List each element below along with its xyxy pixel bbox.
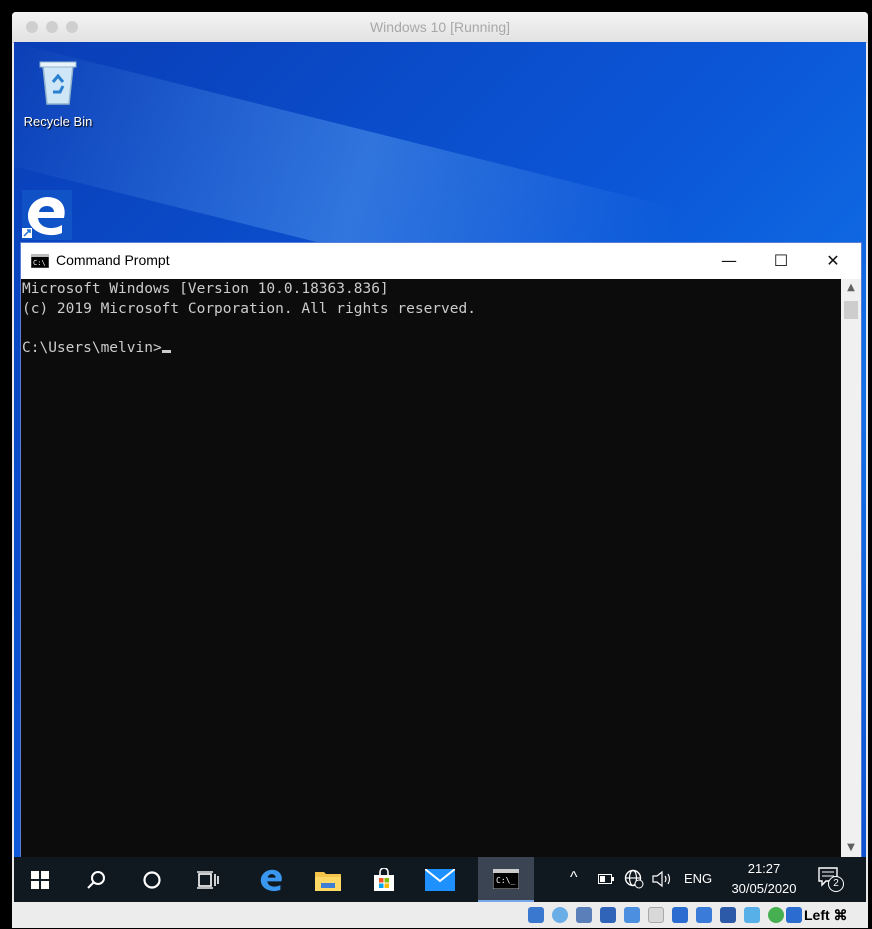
text-cursor [161,349,171,353]
minimize-button[interactable]: — [703,243,755,279]
mail-button[interactable] [414,857,466,902]
cmd-titlebar[interactable]: C:\ Command Prompt — ☐ ✕ [21,243,861,279]
command-prompt-window[interactable]: C:\ Command Prompt — ☐ ✕ Microsoft Windo… [20,242,862,858]
cpu-icon[interactable] [744,907,760,923]
desktop-icon-edge[interactable] [18,188,78,246]
virtualization-icon[interactable] [720,907,736,923]
volume-icon[interactable] [652,870,674,888]
edge-taskbar-button[interactable] [246,857,298,902]
shared-folders-icon[interactable] [648,907,664,923]
vertical-scrollbar[interactable]: ▲ ▼ [841,279,861,857]
hard-disk-icon[interactable] [528,907,544,923]
console-output[interactable]: Microsoft Windows [Version 10.0.18363.83… [21,279,841,858]
cmd-app-icon: C:\ [31,254,49,268]
cmd-window-title: Command Prompt [56,252,170,268]
search-icon [87,870,105,889]
command-prompt-taskbar-button[interactable]: C:\_ [478,857,534,902]
host-titlebar[interactable]: Windows 10 [Running] [12,12,868,43]
file-explorer-icon [315,871,341,891]
store-icon [374,867,394,891]
mouse-integration-icon[interactable] [768,907,784,923]
optical-drive-icon[interactable] [552,907,568,923]
network-globe-icon[interactable] [624,869,644,889]
scroll-up-arrow-icon[interactable]: ▲ [841,279,861,297]
console-line: ​ [22,319,841,339]
tray-overflow-chevron-icon[interactable]: ^ [570,869,578,887]
notification-count-badge: 2 [828,876,844,892]
desktop-icon-recycle-bin[interactable]: Recycle Bin [18,56,98,129]
svg-text:C:\_: C:\_ [496,876,515,885]
action-center-button[interactable]: 2 [818,867,844,893]
svg-text:C:\: C:\ [33,259,46,267]
task-view-icon [197,870,219,889]
console-line: (c) 2019 Microsoft Corporation. All righ… [22,300,476,317]
start-icon [31,870,49,889]
clock-time[interactable]: 21:27 [726,861,802,876]
maximize-button[interactable]: ☐ [755,243,807,279]
console-line: Microsoft Windows [Version 10.0.18363.83… [22,281,389,297]
mail-icon [425,868,455,891]
console-prompt: C:\Users\melvin> [22,339,162,356]
keyboard-capture-icon[interactable] [786,907,802,923]
edge-shortcut-icon [22,190,72,240]
file-explorer-button[interactable] [302,857,354,902]
edge-icon [260,869,282,891]
scroll-thumb[interactable] [844,301,858,319]
virtualbox-status-bar: Left ⌘ [12,902,868,928]
recycle-bin-icon [39,61,77,105]
task-view-button[interactable] [182,857,234,902]
display-icon[interactable] [672,907,688,923]
windows-desktop: Recycle Bin C:\ Command Prompt — ☐ ✕ Mic… [14,42,866,902]
host-window-title: Windows 10 [Running] [369,19,511,35]
cortana-icon [143,870,161,889]
recycle-bin-label: Recycle Bin [23,114,93,129]
start-button[interactable] [14,857,66,902]
usb-icon[interactable] [624,907,640,923]
virtualbox-window: Windows 10 [Running] Recycle Bin C:\ Com… [12,12,868,928]
close-button[interactable]: ✕ [807,243,859,279]
search-button[interactable] [70,857,122,902]
network-adapter-icon[interactable] [600,907,616,923]
audio-icon[interactable] [576,907,592,923]
battery-icon[interactable] [598,874,614,884]
input-language[interactable]: ENG [684,871,712,886]
host-key-label: Left ⌘ [804,907,848,923]
command-prompt-icon: C:\_ [493,868,519,889]
clock-date[interactable]: 30/05/2020 [726,881,802,896]
cortana-button[interactable] [126,857,178,902]
console-prompt-line: C:\Users\melvin> [22,339,841,359]
taskbar: C:\_ ^ ENG 21:27 30/05/2020 2 [14,857,866,902]
store-button[interactable] [358,857,410,902]
scroll-down-arrow-icon[interactable]: ▼ [841,839,861,857]
video-capture-icon[interactable] [696,907,712,923]
